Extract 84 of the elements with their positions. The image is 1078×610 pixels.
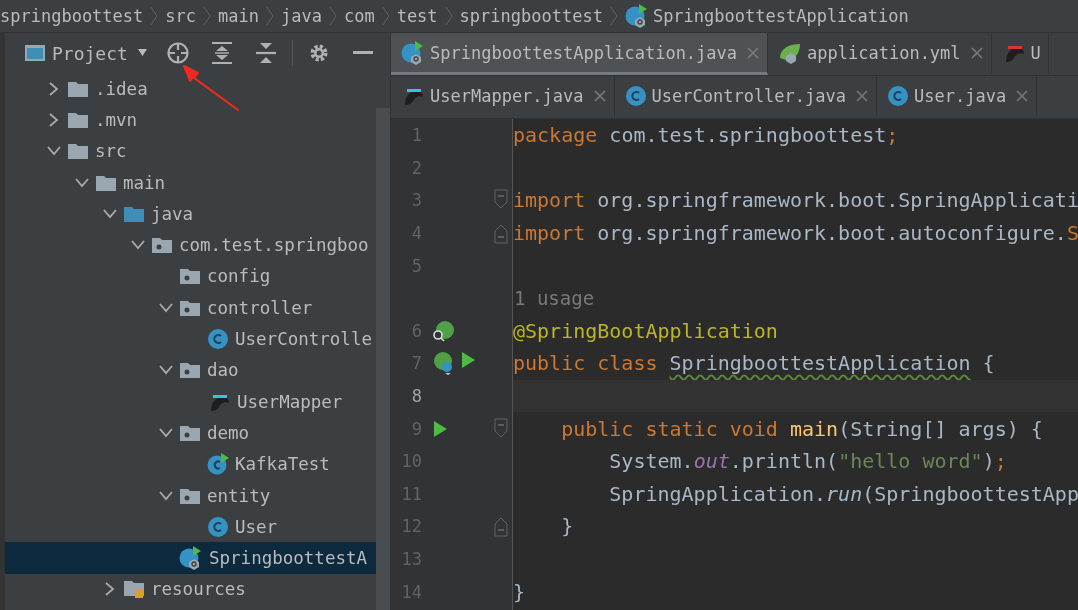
chevron-right-icon — [609, 6, 618, 26]
code-line: } — [513, 579, 526, 604]
package-icon — [179, 423, 201, 442]
tree-row[interactable]: UserControlle — [5, 323, 376, 355]
code-line: import org.springframework.boot.SpringApplicati — [513, 188, 1078, 213]
class-icon — [207, 453, 229, 476]
project-view-selector[interactable]: Project — [24, 42, 128, 64]
tree-row[interactable]: com.test.springboo — [5, 229, 376, 261]
editor-tab[interactable]: SpringboottestApplication.java — [391, 33, 769, 75]
tree-row[interactable]: entity — [5, 479, 376, 512]
dropdown-caret-icon[interactable] — [137, 49, 148, 57]
chevron-right-icon — [381, 6, 390, 26]
package-icon — [179, 486, 201, 505]
package-icon — [151, 236, 173, 255]
tree-row[interactable]: resources — [5, 573, 376, 606]
tree-row[interactable]: src — [5, 135, 376, 167]
code-line: public class SpringboottestApplication { — [513, 351, 995, 376]
class-icon — [624, 84, 647, 107]
package-icon — [179, 361, 201, 380]
locate-icon[interactable] — [165, 41, 190, 65]
close-icon[interactable] — [1015, 88, 1030, 103]
annotation-arrow — [180, 62, 242, 112]
close-icon[interactable] — [969, 45, 984, 60]
chevron-right-icon — [444, 6, 453, 26]
window-icon — [24, 44, 46, 62]
class-icon — [887, 84, 909, 107]
folder-icon — [123, 579, 145, 600]
tree-row[interactable]: config — [5, 260, 376, 293]
breadcrumb-item[interactable]: com — [343, 6, 375, 26]
scrollbar[interactable] — [376, 108, 390, 610]
close-icon[interactable] — [592, 88, 607, 103]
tree-row[interactable]: dao — [5, 354, 376, 386]
breadcrumb-item[interactable]: springboottest — [459, 6, 603, 26]
folder-icon — [67, 110, 89, 129]
tree-row[interactable]: java — [5, 198, 376, 230]
code-line: public static void main(String[] args) { — [560, 416, 1043, 441]
code-line: @SpringBootApplication — [513, 318, 778, 343]
fold-marker-icon[interactable] — [494, 515, 508, 538]
code-line: SpringApplication.run(SpringboottestApp — [608, 481, 1078, 506]
fold-marker-icon[interactable] — [494, 222, 508, 245]
breadcrumb-item[interactable]: src — [165, 6, 196, 26]
chevron-right-icon — [265, 6, 274, 26]
minimize-icon[interactable] — [352, 51, 373, 55]
fold-marker-icon[interactable] — [494, 417, 508, 440]
folder-icon — [67, 142, 89, 161]
class-icon — [207, 328, 229, 350]
tree-row[interactable]: SpringboottestA — [5, 542, 376, 574]
tree-row[interactable]: .idea — [5, 73, 376, 105]
chevron-right-icon — [150, 6, 159, 26]
expand-all-icon[interactable] — [210, 41, 233, 65]
leaf-icon — [778, 41, 803, 64]
tree-row[interactable]: KafkaTest — [5, 448, 376, 480]
folder-icon — [67, 79, 89, 98]
tree-row[interactable]: .mvn — [5, 104, 376, 136]
tree-row[interactable]: controller — [5, 292, 376, 324]
class-icon — [179, 546, 203, 571]
code-line: System.out.println("hello word"); — [608, 449, 1007, 474]
usage-hint[interactable]: 1 usage — [514, 287, 595, 310]
breadcrumb-item[interactable]: springboottest — [0, 6, 144, 26]
bean-search-icon[interactable] — [432, 319, 454, 342]
breadcrumb-item[interactable]: test — [396, 6, 438, 26]
code-line: import org.springframework.boot.autoconfigure.S — [513, 221, 1078, 246]
class-icon — [624, 4, 649, 28]
line-number: 8 — [410, 386, 422, 407]
close-icon[interactable] — [855, 88, 869, 103]
breadcrumb-item[interactable]: java — [280, 6, 322, 26]
tree-row[interactable]: User — [5, 511, 376, 543]
package-icon — [179, 298, 201, 317]
folder-icon — [95, 173, 117, 192]
code-line: package com.test.springboottest; — [513, 123, 899, 148]
collapse-all-icon[interactable] — [254, 41, 277, 65]
run-icon[interactable] — [432, 419, 448, 438]
breadcrumb-item[interactable]: SpringboottestApplication — [652, 6, 909, 26]
tree-row[interactable]: main — [5, 166, 376, 199]
class-icon — [207, 515, 229, 538]
package-icon — [179, 267, 201, 286]
class-icon — [401, 40, 425, 65]
folder-icon — [123, 204, 145, 223]
breadcrumb-item[interactable]: main — [218, 6, 259, 26]
tree-row[interactable]: demo — [5, 417, 376, 449]
chevron-right-icon — [328, 6, 337, 26]
chevron-right-icon — [203, 6, 211, 26]
tree-row[interactable]: UserMapper — [5, 385, 376, 418]
code-line: } — [560, 514, 574, 539]
